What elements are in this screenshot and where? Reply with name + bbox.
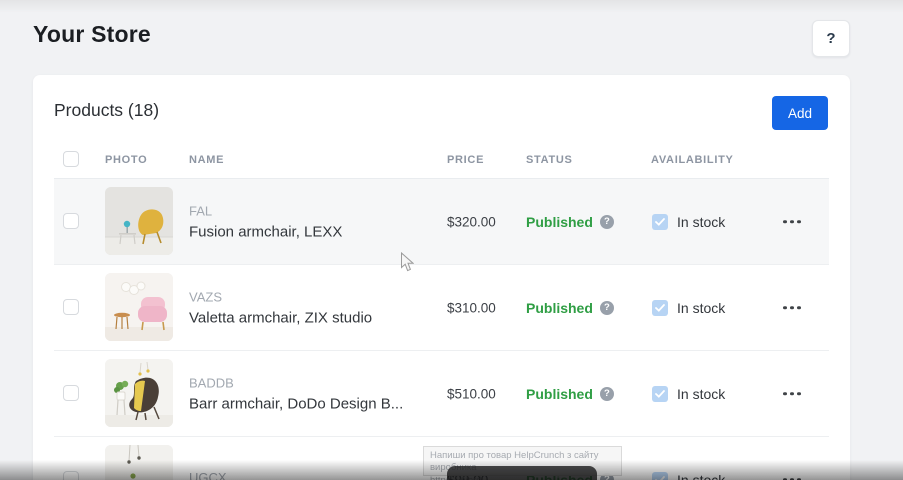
row-select-checkbox[interactable] [63, 299, 79, 315]
column-header-name: NAME [189, 154, 224, 166]
top-vignette [0, 0, 903, 13]
availability-cell: In stock [652, 386, 725, 402]
product-name: Barr armchair, DoDo Design B... [189, 395, 403, 412]
check-icon [655, 304, 665, 312]
table-header: PHOTO NAME PRICE STATUS AVAILABILITY [54, 141, 829, 179]
product-photo [105, 445, 173, 480]
availability-cell: In stock [652, 214, 725, 230]
status-help-icon[interactable]: ? [600, 301, 614, 315]
in-stock-label: In stock [677, 214, 725, 230]
product-price: $510.00 [447, 386, 496, 401]
in-stock-checkbox[interactable] [652, 472, 668, 480]
product-name-cell[interactable]: FAL Fusion armchair, LEXX [189, 203, 342, 240]
product-photo [105, 273, 173, 341]
column-header-status: STATUS [526, 154, 573, 166]
check-icon [655, 476, 665, 480]
product-photo [105, 187, 173, 255]
row-actions-menu-icon[interactable] [781, 386, 803, 402]
products-panel: Products (18) Add PHOTO NAME PRICE STATU… [33, 75, 850, 480]
in-stock-checkbox[interactable] [652, 386, 668, 402]
column-header-price: PRICE [447, 154, 484, 166]
status-help-icon[interactable]: ? [600, 387, 614, 401]
product-sku: VAZS [189, 289, 372, 304]
product-status: Published ? [526, 386, 614, 402]
check-icon [655, 390, 665, 398]
row-select-checkbox[interactable] [63, 385, 79, 401]
in-stock-checkbox[interactable] [652, 300, 668, 316]
status-label: Published [526, 214, 593, 230]
in-stock-checkbox[interactable] [652, 214, 668, 230]
product-price: $320.00 [447, 214, 496, 229]
in-stock-label: In stock [677, 472, 725, 480]
table-row: FAL Fusion armchair, LEXX $320.00 Publis… [54, 179, 829, 265]
availability-cell: In stock [652, 472, 725, 480]
row-select-checkbox[interactable] [63, 471, 79, 480]
in-stock-label: In stock [677, 300, 725, 316]
video-scrubber-bar [447, 466, 597, 480]
check-icon [655, 218, 665, 226]
product-name: Valetta armchair, ZIX studio [189, 309, 372, 326]
panel-header: Products (18) Add [54, 75, 829, 141]
column-header-availability: AVAILABILITY [651, 154, 734, 166]
row-select-checkbox[interactable] [63, 213, 79, 229]
status-label: Published [526, 386, 593, 402]
status-help-icon[interactable]: ? [600, 215, 614, 229]
status-label: Published [526, 300, 593, 316]
table-row: BADDB Barr armchair, DoDo Design B... $5… [54, 351, 829, 437]
product-name-cell[interactable]: UGCX [189, 470, 227, 480]
app-screen: Your Store ? Products (18) Add PHOTO NAM… [0, 0, 903, 480]
column-header-photo: PHOTO [105, 154, 147, 166]
help-button[interactable]: ? [812, 20, 850, 57]
table-row: VAZS Valetta armchair, ZIX studio $310.0… [54, 265, 829, 351]
row-actions-menu-icon[interactable] [781, 472, 803, 480]
in-stock-label: In stock [677, 386, 725, 402]
product-name: Fusion armchair, LEXX [189, 223, 342, 240]
product-sku: BADDB [189, 375, 403, 390]
row-actions-menu-icon[interactable] [781, 214, 803, 230]
page-title: Your Store [33, 21, 151, 48]
product-status: Published ? [526, 300, 614, 316]
product-sku: UGCX [189, 470, 227, 480]
product-name-cell[interactable]: VAZS Valetta armchair, ZIX studio [189, 289, 372, 326]
availability-cell: In stock [652, 300, 725, 316]
product-photo [105, 359, 173, 427]
panel-title: Products (18) [54, 100, 159, 121]
help-icon: ? [826, 30, 835, 47]
add-product-button[interactable]: Add [772, 96, 828, 130]
product-sku: FAL [189, 203, 342, 218]
product-status: Published ? [526, 214, 614, 230]
row-actions-menu-icon[interactable] [781, 300, 803, 316]
product-name-cell[interactable]: BADDB Barr armchair, DoDo Design B... [189, 375, 403, 412]
product-price: $310.00 [447, 300, 496, 315]
select-all-checkbox[interactable] [63, 151, 79, 167]
